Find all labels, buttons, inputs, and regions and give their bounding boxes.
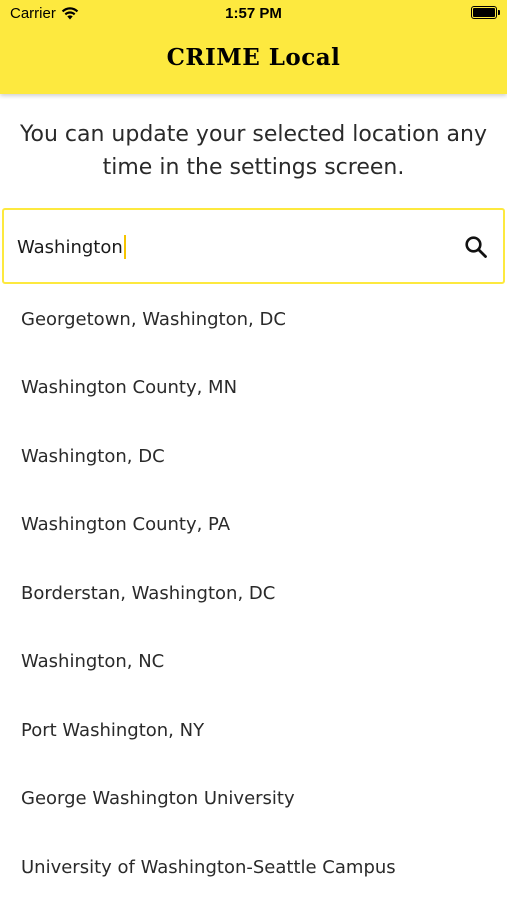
location-results-list: Georgetown, Washington, DC Washington Co… <box>0 285 507 900</box>
location-result[interactable]: Borderstan, Washington, DC <box>0 559 507 628</box>
location-result[interactable]: Washington, DC <box>0 422 507 491</box>
clock: 1:57 PM <box>225 5 282 22</box>
text-cursor <box>123 235 126 259</box>
location-result[interactable]: University of Washington-Seattle Campus <box>0 833 507 900</box>
search-input-value: Washington <box>17 236 123 258</box>
location-result[interactable]: Washington County, PA <box>0 491 507 560</box>
location-result[interactable]: Washington County, MN <box>0 354 507 423</box>
app-title: CRIME Local <box>166 44 341 71</box>
location-result[interactable]: Georgetown, Washington, DC <box>0 285 507 354</box>
search-icon[interactable] <box>463 234 489 260</box>
location-result[interactable]: George Washington University <box>0 765 507 834</box>
status-bar: Carrier 1:57 PM <box>0 0 507 28</box>
top-bar: Carrier 1:57 PM CRIME Local <box>0 0 507 94</box>
search-input[interactable]: Washington <box>17 235 126 259</box>
location-result[interactable]: Port Washington, NY <box>0 696 507 765</box>
location-search-field[interactable]: Washington <box>2 208 505 284</box>
location-result[interactable]: Washington, NC <box>0 628 507 697</box>
battery-icon <box>471 6 500 19</box>
instructions-text: You can update your selected location an… <box>20 122 487 180</box>
